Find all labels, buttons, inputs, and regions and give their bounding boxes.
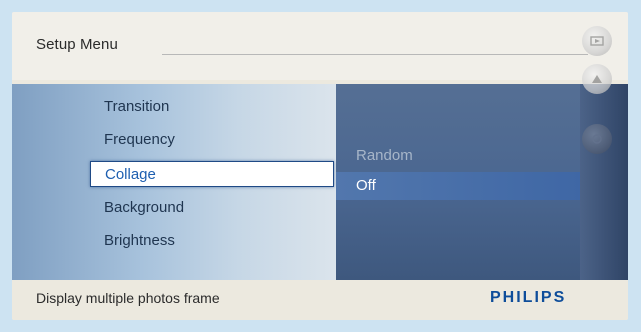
photo-frame-screen: Setup Menu Transition Frequency Collage … [12, 12, 628, 320]
menu-icon-glyph [592, 134, 602, 144]
menu-item-transition[interactable]: Transition [104, 94, 324, 120]
option-random[interactable]: Random [356, 142, 576, 170]
slideshow-icon-glyph [590, 36, 604, 46]
menu-item-frequency[interactable]: Frequency [104, 127, 324, 153]
menu-icon[interactable] [582, 124, 612, 154]
option-description: Display multiple photos frame [36, 290, 220, 306]
up-arrow-icon[interactable] [582, 64, 612, 94]
menu-item-collage[interactable]: Collage [90, 161, 334, 187]
footer: Display multiple photos frame PHILIPS [12, 280, 628, 320]
option-list: Random Off [336, 84, 604, 280]
right-edge-panel [580, 84, 628, 280]
menu-item-background[interactable]: Background [104, 195, 324, 221]
header: Setup Menu [12, 12, 628, 80]
brand-logo: PHILIPS [490, 289, 567, 306]
header-divider [162, 54, 588, 55]
page-title: Setup Menu [36, 36, 118, 53]
up-arrow-icon-glyph [592, 75, 602, 83]
option-off[interactable]: Off [336, 172, 580, 200]
setup-menu-list: Transition Frequency Collage Background … [12, 84, 336, 280]
menu-item-brightness[interactable]: Brightness [104, 228, 324, 254]
slideshow-icon[interactable] [582, 26, 612, 56]
